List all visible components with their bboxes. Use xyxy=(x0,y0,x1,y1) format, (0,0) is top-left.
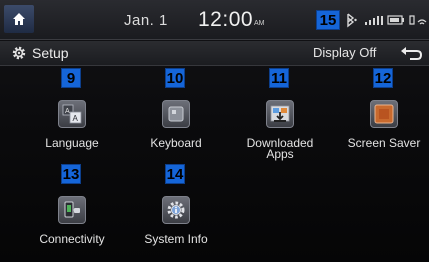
page-title: Setup xyxy=(32,45,69,61)
menu-item-label: System Info xyxy=(144,232,208,246)
menu-item-label: Screen Saver xyxy=(347,136,421,150)
home-icon xyxy=(13,13,25,25)
date-display: Jan. 1 xyxy=(124,12,168,29)
menu-item-keyboard[interactable]: 10 Keyboard xyxy=(124,68,228,158)
callout-badge-9: 9 xyxy=(61,68,81,88)
gear-icon xyxy=(12,46,26,60)
download-icon xyxy=(266,100,294,128)
display-off-button[interactable]: Display Off xyxy=(313,45,376,60)
setup-screen: Jan. 1 12:00 AM 15 Setup Display Off 9 A… xyxy=(0,0,429,262)
callout-badge-11: 11 xyxy=(269,68,289,88)
home-button[interactable] xyxy=(4,5,34,33)
svg-text:A: A xyxy=(73,114,79,123)
menu-item-label: Connectivity xyxy=(39,232,105,246)
status-bar: Jan. 1 12:00 AM 15 xyxy=(0,0,429,40)
keyboard-icon xyxy=(162,100,190,128)
clock-display: 12:00 xyxy=(198,8,254,31)
bluetooth-icon xyxy=(347,13,357,28)
callout-badge-10: 10 xyxy=(165,68,185,88)
menu-item-connectivity[interactable]: 13 Connectivity xyxy=(20,164,124,254)
battery-icon xyxy=(387,15,404,25)
svg-text:A: A xyxy=(65,108,70,115)
back-button[interactable] xyxy=(396,43,426,65)
callout-badge-13: 13 xyxy=(61,164,81,184)
callout-badge-14: 14 xyxy=(165,164,185,184)
language-icon: A A xyxy=(58,100,86,128)
menu-item-language[interactable]: 9 A A Language xyxy=(20,68,124,158)
menu-item-label: Language xyxy=(45,136,99,150)
ampm-indicator: AM xyxy=(254,20,265,27)
signal-icon xyxy=(365,16,383,25)
callout-badge-15: 15 xyxy=(316,10,340,30)
phone-signal-icon xyxy=(409,15,427,25)
menu-item-system-info[interactable]: 14 System Info xyxy=(124,164,228,254)
menu-item-downloaded-apps[interactable]: 11 Downloaded Apps xyxy=(228,68,332,161)
menu-item-label: Downloaded Apps xyxy=(246,136,314,161)
connectivity-icon xyxy=(58,196,86,224)
menu-item-label: Keyboard xyxy=(150,136,202,150)
callout-badge-12: 12 xyxy=(373,68,393,88)
screen-saver-icon xyxy=(370,100,398,128)
menu-item-screen-saver[interactable]: 12 Screen Saver xyxy=(332,68,429,158)
status-icons xyxy=(347,13,427,28)
title-bar: Setup Display Off xyxy=(0,41,429,66)
back-arrow-icon xyxy=(401,47,423,60)
system-info-icon xyxy=(162,196,190,224)
